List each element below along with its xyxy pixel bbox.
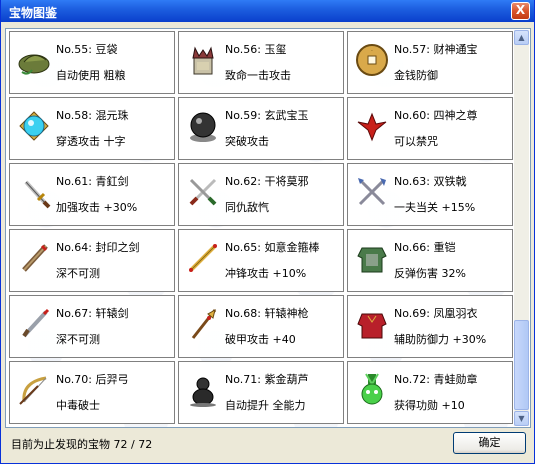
treasure-name: No.71: 紫金葫芦 — [225, 373, 309, 386]
scroll-up-arrow-icon[interactable]: ▲ — [514, 30, 529, 45]
treasure-effect: 深不可测 — [56, 267, 100, 280]
treasure-name: No.57: 财神通宝 — [394, 43, 478, 56]
treasure-effect: 穿透攻击 十字 — [56, 135, 126, 148]
gourd-icon — [185, 372, 221, 408]
treasure-effect: 自动使用 粗粮 — [56, 69, 126, 82]
treasure-name: No.55: 豆袋 — [56, 43, 118, 56]
treasure-name: No.59: 玄武宝玉 — [225, 109, 309, 122]
treasure-effect: 突破攻击 — [225, 135, 269, 148]
treasure-name: No.61: 青釭剑 — [56, 175, 129, 188]
twin-halberds-icon — [354, 174, 390, 210]
treasure-effect: 获得功勋 +10 — [394, 399, 465, 412]
scrollbar-thumb[interactable] — [514, 320, 529, 410]
treasure-card[interactable]: No.68: 轩辕神枪 破甲攻击 +40 — [178, 295, 344, 358]
treasure-card[interactable]: No.66: 重铠 反弹伤害 32% — [347, 229, 513, 292]
bean-bag-icon — [16, 42, 52, 78]
svg-text:·: · — [371, 48, 373, 55]
treasure-effect: 致命一击攻击 — [225, 69, 291, 82]
treasure-effect: 加强攻击 +30% — [56, 201, 138, 214]
treasure-effect: 深不可测 — [56, 333, 100, 346]
treasure-effect: 辅助防御力 +30% — [394, 333, 487, 346]
discovered-count-text: 目前为止发现的宝物 72 / 72 — [11, 438, 153, 451]
twin-swords-icon — [185, 174, 221, 210]
treasure-card[interactable]: No.60: 四神之尊 可以禁咒 — [347, 97, 513, 160]
close-button[interactable]: X — [511, 2, 530, 20]
treasure-name: No.65: 如意金箍棒 — [225, 241, 320, 254]
treasure-card[interactable]: No.65: 如意金箍棒 冲锋攻击 +10% — [178, 229, 344, 292]
treasure-effect: 破甲攻击 +40 — [225, 333, 296, 346]
jade-seal-icon — [185, 42, 221, 78]
treasure-name: No.58: 混元珠 — [56, 109, 129, 122]
treasure-card[interactable]: · No.57: 财神通宝 金钱防御 — [347, 31, 513, 94]
bow-icon — [16, 372, 52, 408]
golden-staff-icon — [185, 240, 221, 276]
treasure-effect: 可以禁咒 — [394, 135, 438, 148]
treasure-card[interactable]: No.69: 凤凰羽衣 辅助防御力 +30% — [347, 295, 513, 358]
treasure-card[interactable]: No.56: 玉玺 致命一击攻击 — [178, 31, 344, 94]
treasure-card[interactable]: No.58: 混元珠 穿透攻击 十字 — [9, 97, 175, 160]
treasure-effect: 同仇敌忾 — [225, 201, 269, 214]
treasure-name: No.62: 干将莫邪 — [225, 175, 309, 188]
frog-medal-icon — [354, 372, 390, 408]
treasure-card[interactable]: No.64: 封印之剑 深不可测 — [9, 229, 175, 292]
treasure-effect: 自动提升 全能力 — [225, 399, 306, 412]
window-title: 宝物图鉴 — [9, 6, 58, 20]
treasure-name: No.69: 凤凰羽衣 — [394, 307, 478, 320]
treasure-card[interactable]: No.61: 青釭剑 加强攻击 +30% — [9, 163, 175, 226]
treasure-effect: 冲锋攻击 +10% — [225, 267, 307, 280]
treasure-card[interactable]: No.67: 轩辕剑 深不可测 — [9, 295, 175, 358]
crystal-orb-icon — [16, 108, 52, 144]
treasure-name: No.63: 双铁戟 — [394, 175, 467, 188]
black-orb-icon — [185, 108, 221, 144]
treasure-name: No.72: 青蛙勋章 — [394, 373, 478, 386]
treasure-name: No.56: 玉玺 — [225, 43, 287, 56]
treasure-catalog-window: 宝物图鉴 X No.55: 豆袋 自动使用 粗粮 No.56: 玉玺 致命一击攻击 · N… — [0, 0, 535, 464]
treasure-card[interactable]: No.55: 豆袋 自动使用 粗粮 — [9, 31, 175, 94]
title-bar[interactable]: 宝物图鉴 X — [1, 0, 534, 22]
phoenix-robe-icon — [354, 306, 390, 342]
vertical-scrollbar[interactable]: ▲ ▼ — [514, 30, 529, 426]
heavy-armor-icon — [354, 240, 390, 276]
ok-button[interactable]: 确定 — [453, 432, 526, 454]
treasure-name: No.60: 四神之尊 — [394, 109, 478, 122]
scroll-down-arrow-icon[interactable]: ▼ — [514, 411, 529, 426]
treasure-effect: 一夫当关 +15% — [394, 201, 476, 214]
treasure-effect: 金钱防御 — [394, 69, 438, 82]
treasure-name: No.70: 后羿弓 — [56, 373, 129, 386]
treasure-name: No.66: 重铠 — [394, 241, 456, 254]
treasure-list-panel: No.55: 豆袋 自动使用 粗粮 No.56: 玉玺 致命一击攻击 · No.57: 财… — [5, 28, 531, 428]
treasure-effect: 中毒破士 — [56, 399, 100, 412]
treasure-card[interactable]: No.59: 玄武宝玉 突破攻击 — [178, 97, 344, 160]
treasure-name: No.67: 轩辕剑 — [56, 307, 129, 320]
sword-icon — [16, 174, 52, 210]
treasure-name: No.64: 封印之剑 — [56, 241, 140, 254]
red-phoenix-icon — [354, 108, 390, 144]
treasure-name: No.68: 轩辕神枪 — [225, 307, 309, 320]
gold-coin-icon: · — [354, 42, 390, 78]
sealed-sword-icon — [16, 240, 52, 276]
treasure-effect: 反弹伤害 32% — [394, 267, 466, 280]
xuanyuan-sword-icon — [16, 306, 52, 342]
treasure-card[interactable]: No.62: 干将莫邪 同仇敌忾 — [178, 163, 344, 226]
treasure-card[interactable]: No.63: 双铁戟 一夫当关 +15% — [347, 163, 513, 226]
treasure-card[interactable]: No.72: 青蛙勋章 获得功勋 +10 — [347, 361, 513, 424]
treasure-card[interactable]: No.70: 后羿弓 中毒破士 — [9, 361, 175, 424]
treasure-card[interactable]: No.71: 紫金葫芦 自动提升 全能力 — [178, 361, 344, 424]
spear-icon — [185, 306, 221, 342]
